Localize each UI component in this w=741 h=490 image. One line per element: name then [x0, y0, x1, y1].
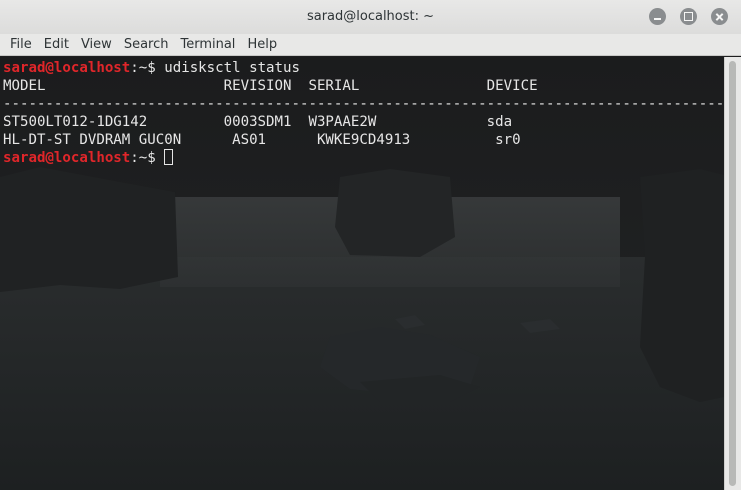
table-separator: ----------------------------------------… [3, 96, 724, 112]
maximize-icon[interactable] [680, 8, 697, 25]
terminal-output: sarad@localhost:~$ udisksctl status MODE… [3, 59, 724, 167]
prompt-user: sarad@localhost [3, 60, 131, 76]
text-cursor [164, 149, 174, 165]
menu-bar: File Edit View Search Terminal Help [0, 34, 741, 56]
scrollbar-thumb[interactable] [729, 61, 736, 486]
menu-file[interactable]: File [4, 37, 38, 52]
menu-edit[interactable]: Edit [38, 37, 75, 52]
prompt-suffix: :~$ [130, 150, 165, 166]
table-header: MODEL REVISION SERIAL DEVICE [3, 78, 538, 94]
menu-terminal[interactable]: Terminal [174, 37, 241, 52]
table-row: HL-DT-ST DVDRAM GUC0N AS01 KWKE9CD4913 s… [3, 132, 521, 148]
terminal-area[interactable]: sarad@localhost:~$ udisksctl status MODE… [0, 57, 724, 490]
prompt-suffix: :~$ [130, 60, 165, 76]
menu-view[interactable]: View [75, 37, 118, 52]
title-bar[interactable]: sarad@localhost: ~ [0, 0, 741, 35]
table-row: ST500LT012-1DG142 0003SDM1 W3PAAE2W sda [3, 114, 513, 130]
minimize-icon[interactable] [649, 8, 666, 25]
menu-help[interactable]: Help [241, 37, 283, 52]
window-title: sarad@localhost: ~ [306, 9, 435, 24]
command-text: udisksctl status [164, 60, 300, 76]
prompt-user: sarad@localhost [3, 150, 131, 166]
scrollbar[interactable] [724, 57, 741, 490]
close-icon[interactable] [711, 8, 728, 25]
menu-search[interactable]: Search [118, 37, 175, 52]
terminal-window: sarad@localhost: ~ File Edit View Search… [0, 0, 741, 490]
